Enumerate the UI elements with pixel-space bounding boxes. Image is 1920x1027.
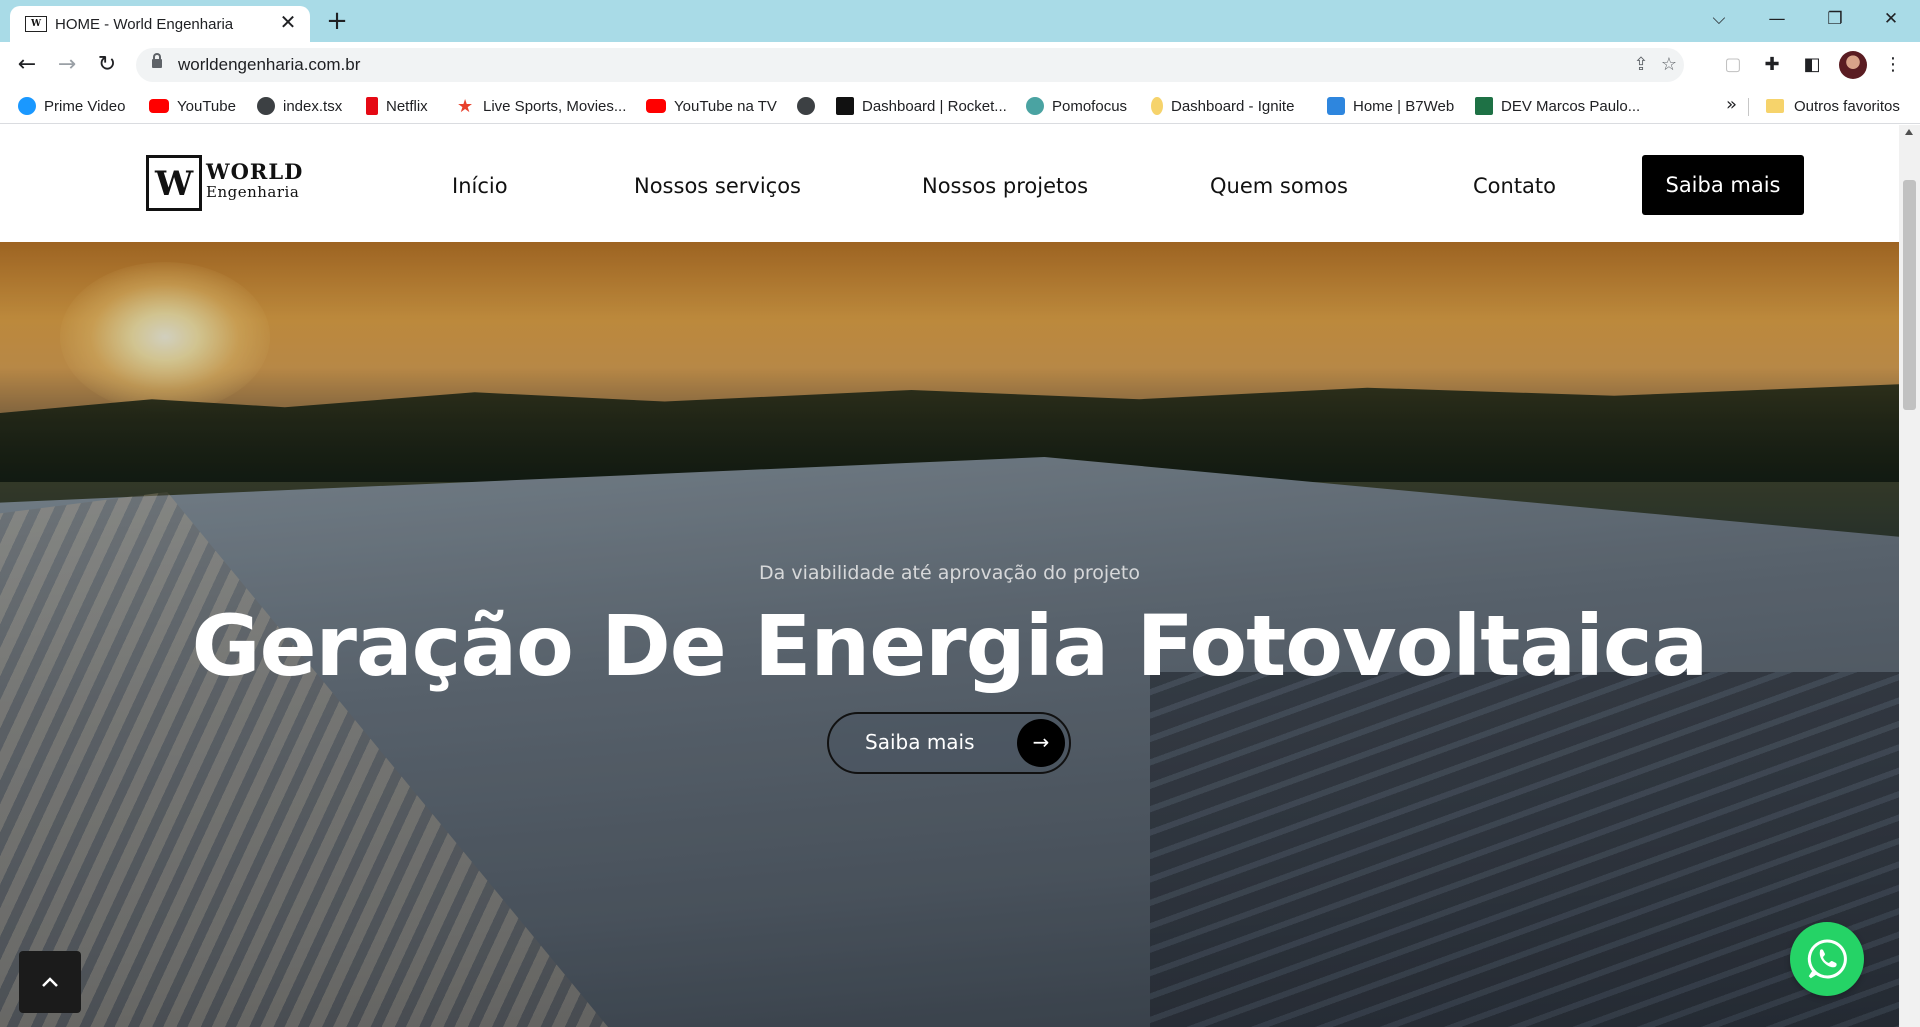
hero-cta-button[interactable]: Saiba mais → xyxy=(827,712,1071,774)
extensions-puzzle-icon[interactable]: ✚ xyxy=(1757,50,1787,80)
other-bookmarks-folder[interactable]: Outros favoritos xyxy=(1766,94,1900,118)
profile-avatar[interactable] xyxy=(1839,51,1867,79)
site-logo[interactable]: W WORLD Engenharia xyxy=(146,155,302,213)
bookmarks-overflow-button[interactable]: » xyxy=(1726,94,1737,115)
bookmark-youtube[interactable]: YouTube xyxy=(149,94,236,118)
b7web-icon xyxy=(1327,97,1345,115)
bookmark-youtube-tv[interactable]: YouTube na TV xyxy=(646,94,777,118)
bookmarks-bar: Prime Video YouTube index.tsx Netflix ★ L… xyxy=(0,88,1920,124)
tab-title: HOME - World Engenharia xyxy=(55,16,234,33)
bookmark-dev-marcos[interactable]: DEV Marcos Paulo... xyxy=(1475,94,1640,118)
prime-video-icon xyxy=(18,97,36,115)
scrollbar-thumb[interactable] xyxy=(1903,180,1916,410)
scroll-up-icon[interactable] xyxy=(1905,129,1913,135)
nav-link-projetos[interactable]: Nossos projetos xyxy=(922,174,1088,198)
nav-link-contato[interactable]: Contato xyxy=(1473,174,1556,198)
bookmark-netflix[interactable]: Netflix xyxy=(366,94,428,118)
forward-button[interactable]: → xyxy=(51,49,83,81)
netflix-icon xyxy=(366,97,378,115)
address-bar[interactable]: worldengenharia.com.br ⇪ ☆ xyxy=(136,48,1684,82)
chevron-up-icon xyxy=(42,977,58,987)
nav-link-quem-somos[interactable]: Quem somos xyxy=(1210,174,1348,198)
page-scrollbar[interactable] xyxy=(1899,125,1920,1027)
folder-icon xyxy=(1766,99,1784,113)
new-tab-button[interactable]: + xyxy=(322,6,352,36)
bookmark-globe[interactable] xyxy=(797,94,823,118)
bookmark-star-icon[interactable]: ☆ xyxy=(1656,52,1682,78)
side-panel-icon[interactable]: ◧ xyxy=(1797,50,1827,80)
header-cta-button[interactable]: Saiba mais xyxy=(1642,155,1804,215)
logo-subtitle: Engenharia xyxy=(206,183,300,201)
site-header: W WORLD Engenharia Início Nossos serviço… xyxy=(0,125,1899,242)
check-circle-icon xyxy=(1026,97,1044,115)
bookmark-pomofocus[interactable]: Pomofocus xyxy=(1026,94,1127,118)
url-text[interactable]: worldengenharia.com.br xyxy=(178,55,360,75)
back-button[interactable]: ← xyxy=(11,49,43,81)
globe-icon xyxy=(257,97,275,115)
bookmark-index-tsx[interactable]: index.tsx xyxy=(257,94,342,118)
globe-icon xyxy=(797,97,815,115)
tab-close-icon[interactable]: ✕ xyxy=(276,10,300,34)
rocketseat-icon xyxy=(836,97,854,115)
logo-title: WORLD xyxy=(206,159,304,184)
whatsapp-icon xyxy=(1807,939,1847,979)
nav-link-servicos[interactable]: Nossos serviços xyxy=(634,174,801,198)
reload-button[interactable]: ↻ xyxy=(91,49,123,81)
extension-icon[interactable]: ▢ xyxy=(1718,50,1748,80)
whatsapp-button[interactable] xyxy=(1790,922,1864,996)
bookmarks-separator xyxy=(1748,98,1749,116)
hero-subtitle: Da viabilidade até aprovação do projeto xyxy=(759,562,1140,584)
tab-strip: W HOME - World Engenharia ✕ + ⌵ — ❐ ✕ xyxy=(0,0,1920,42)
back-to-top-button[interactable] xyxy=(19,951,81,1013)
minimize-button[interactable]: — xyxy=(1748,0,1806,40)
bookmark-rocketseat[interactable]: Dashboard | Rocket... xyxy=(836,94,1007,118)
bookmark-ignite[interactable]: Dashboard - Ignite xyxy=(1151,94,1294,118)
hero-cta-label: Saiba mais xyxy=(865,730,975,754)
excel-icon xyxy=(1475,97,1493,115)
nav-link-inicio[interactable]: Início xyxy=(452,174,508,198)
tab-favicon: W xyxy=(25,16,47,32)
hero-title: Geração De Energia Fotovoltaica xyxy=(191,597,1709,695)
menu-kebab-icon[interactable]: ⋮ xyxy=(1878,50,1908,80)
page-viewport: W WORLD Engenharia Início Nossos serviço… xyxy=(0,125,1920,1027)
browser-toolbar: ← → ↻ worldengenharia.com.br ⇪ ☆ ▢ ✚ ◧ ⋮ xyxy=(0,42,1920,88)
bookmark-b7web[interactable]: Home | B7Web xyxy=(1327,94,1454,118)
youtube-icon xyxy=(149,99,169,113)
tab-active[interactable]: W HOME - World Engenharia ✕ xyxy=(10,6,310,42)
hero-section: Da viabilidade até aprovação do projeto … xyxy=(0,242,1899,1027)
restore-button[interactable]: ❐ xyxy=(1806,0,1864,40)
youtube-icon xyxy=(646,99,666,113)
star-icon: ★ xyxy=(457,96,474,116)
close-window-button[interactable]: ✕ xyxy=(1862,0,1920,40)
lightbulb-icon xyxy=(1151,97,1163,115)
bookmark-prime-video[interactable]: Prime Video xyxy=(18,94,125,118)
logo-mark: W xyxy=(146,155,202,211)
arrow-right-icon: → xyxy=(1017,719,1065,767)
bookmark-live-sports[interactable]: ★ Live Sports, Movies... xyxy=(457,94,626,118)
lock-icon[interactable] xyxy=(152,53,162,68)
tab-search-button[interactable]: ⌵ xyxy=(1690,0,1748,40)
share-icon[interactable]: ⇪ xyxy=(1628,52,1654,78)
